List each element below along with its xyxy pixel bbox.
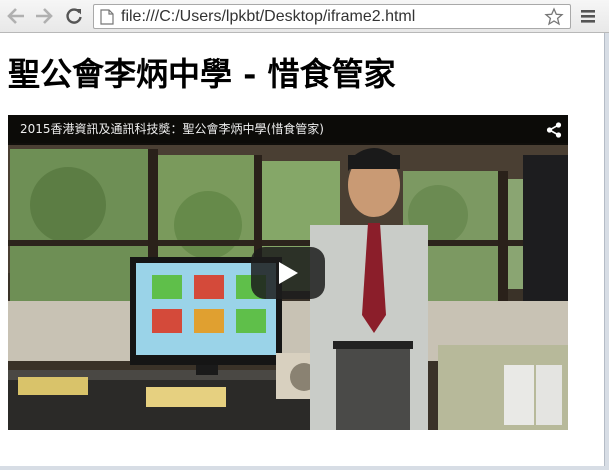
video-title[interactable]: 2015香港資訊及通訊科技獎：聖公會李炳中學(惜食管家) — [20, 121, 324, 137]
window-frame-right — [604, 33, 609, 470]
reload-icon — [66, 8, 82, 24]
address-bar[interactable]: file:///C:/Users/lpkbt/Desktop/iframe2.h… — [93, 4, 571, 29]
star-icon[interactable] — [544, 7, 564, 27]
url-text[interactable]: file:///C:/Users/lpkbt/Desktop/iframe2.h… — [121, 7, 415, 27]
share-icon[interactable] — [546, 122, 562, 138]
back-button[interactable] — [4, 4, 28, 28]
forward-button[interactable] — [32, 4, 56, 28]
forward-arrow-icon — [36, 8, 53, 24]
reload-button[interactable] — [62, 4, 86, 28]
page-icon — [100, 9, 114, 25]
window-frame-bottom — [0, 466, 609, 470]
page-title: 聖公會李炳中學 - 惜食管家 — [8, 55, 396, 93]
video-title-bar: 2015香港資訊及通訊科技獎：聖公會李炳中學(惜食管家) — [8, 115, 568, 145]
video-embed[interactable]: 2015香港資訊及通訊科技獎：聖公會李炳中學(惜食管家) — [8, 115, 568, 430]
back-arrow-icon — [7, 8, 24, 24]
browser-toolbar: file:///C:/Users/lpkbt/Desktop/iframe2.h… — [0, 0, 609, 33]
play-icon — [279, 262, 298, 284]
play-button[interactable] — [251, 247, 325, 299]
menu-icon[interactable] — [578, 6, 598, 26]
